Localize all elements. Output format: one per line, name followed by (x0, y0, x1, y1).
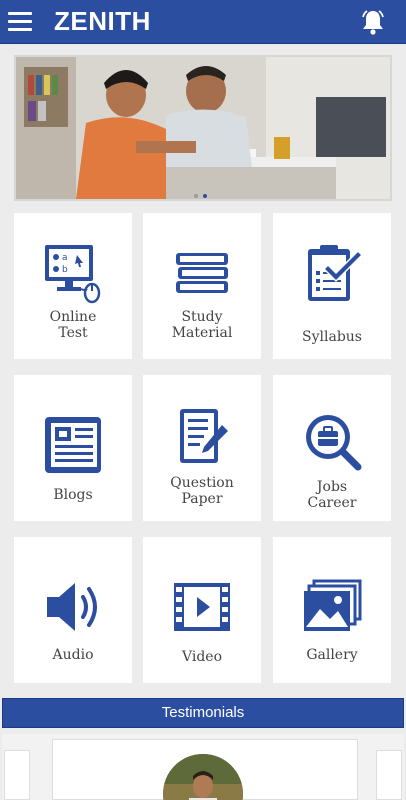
tile-label: Blogs (53, 487, 93, 503)
question-paper-icon (143, 405, 261, 469)
tile-video[interactable]: Video (143, 537, 261, 683)
tile-question-paper[interactable]: Question Paper (143, 375, 261, 521)
app-bar: ZENITH (0, 0, 406, 44)
svg-text:b: b (62, 265, 68, 275)
svg-text:a: a (62, 253, 68, 263)
bell-icon[interactable] (358, 8, 388, 36)
hamburger-menu-icon[interactable] (6, 8, 34, 36)
tile-label: Study Material (171, 309, 233, 341)
books-icon (143, 241, 261, 305)
gallery-icon (273, 575, 391, 639)
banner-image (16, 57, 390, 199)
tile-label: Online Test (49, 309, 97, 341)
speaker-icon (14, 575, 132, 639)
banner-carousel[interactable] (14, 55, 392, 201)
tile-study-material[interactable]: Study Material (143, 213, 261, 359)
tile-gallery[interactable]: Gallery (273, 537, 391, 683)
testimonial-card-prev[interactable] (4, 750, 30, 800)
job-search-icon (273, 409, 391, 473)
tile-label: Jobs Career (307, 479, 357, 511)
tile-blogs[interactable]: Blogs (14, 375, 132, 521)
tile-jobs-career[interactable]: Jobs Career (273, 375, 391, 521)
tile-audio[interactable]: Audio (14, 537, 132, 683)
clipboard-check-icon (273, 241, 391, 305)
online-test-icon: a b (14, 241, 132, 305)
newspaper-icon (14, 413, 132, 477)
tile-label: Gallery (306, 647, 358, 663)
tile-label: Video (181, 649, 223, 665)
tile-label: Audio (52, 647, 94, 663)
video-icon (143, 575, 261, 639)
tile-label: Syllabus (302, 329, 362, 345)
testimonial-card-next[interactable] (376, 750, 402, 800)
tile-label: Question Paper (170, 475, 234, 507)
app-title: ZENITH (54, 6, 151, 36)
tile-syllabus[interactable]: Syllabus (273, 213, 391, 359)
testimonials-header: Testimonials (2, 698, 404, 728)
tile-online-test[interactable]: a b Online Test (14, 213, 132, 359)
